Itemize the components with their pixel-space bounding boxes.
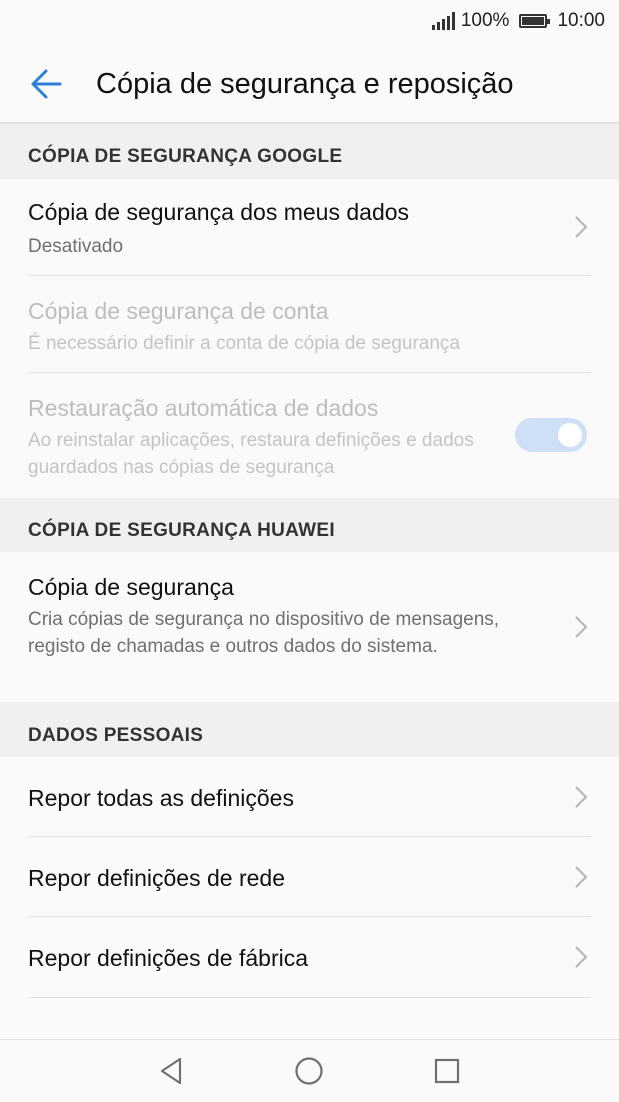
page-title: Cópia de segurança e reposição (96, 68, 514, 100)
backup-account-subtitle: É necessário definir a conta de cópia de… (28, 333, 460, 354)
backup-account-title: Cópia de segurança de conta (28, 298, 329, 324)
chevron-right-icon (575, 786, 588, 808)
status-indicators: 100% 10:00 (431, 8, 605, 34)
chevron-right-icon (575, 946, 588, 968)
signal-icon (431, 12, 455, 30)
square-recents-icon[interactable] (430, 1054, 464, 1088)
section-header-google: CÓPIA DE SEGURANÇA GOOGLE (0, 124, 619, 179)
auto-restore-toggle[interactable] (515, 418, 587, 452)
chevron-right-icon (575, 866, 588, 888)
arrow-left-icon[interactable] (26, 64, 66, 104)
reset-all-settings-title: Repor todas as definições (28, 785, 294, 811)
backup-my-data-title: Cópia de segurança dos meus dados (28, 199, 410, 225)
backup-my-data-status: Desativado (28, 236, 124, 257)
huawei-backup-subtitle: Cria cópias de segurança no dispositivo … (28, 609, 500, 657)
clock: 10:00 (557, 10, 605, 31)
divider (28, 997, 591, 998)
auto-restore-title: Restauração automática de dados (28, 395, 379, 421)
backup-my-data-item[interactable]: Cópia de segurança dos meus dados Desati… (0, 179, 619, 276)
battery-icon (519, 14, 551, 28)
section-header-huawei: CÓPIA DE SEGURANÇA HUAWEI (0, 498, 619, 552)
auto-restore-subtitle: Ao reinstalar aplicações, restaura defin… (28, 430, 474, 478)
factory-reset-title: Repor definições de fábrica (28, 945, 308, 971)
auto-restore-item: Restauração automática de dados Ao reins… (0, 373, 619, 498)
battery-percentage: 100% (460, 10, 510, 31)
reset-network-settings-title: Repor definições de rede (28, 865, 285, 891)
status-bar: 100% 10:00 (0, 0, 619, 44)
chevron-right-icon (575, 216, 588, 238)
toggle-knob (558, 423, 582, 447)
huawei-backup-item[interactable]: Cópia de segurança Cria cópias de segura… (0, 552, 619, 702)
navigation-bar (0, 1039, 619, 1102)
chevron-right-icon (575, 616, 588, 638)
reset-network-settings-item[interactable]: Repor definições de rede (0, 837, 619, 917)
reset-all-settings-item[interactable]: Repor todas as definições (0, 757, 619, 837)
circle-home-icon[interactable] (292, 1054, 326, 1088)
app-bar: Cópia de segurança e reposição (0, 44, 619, 124)
triangle-back-icon[interactable] (154, 1054, 188, 1088)
factory-reset-item[interactable]: Repor definições de fábrica (0, 917, 619, 998)
backup-account-item: Cópia de segurança de conta É necessário… (0, 276, 619, 373)
huawei-backup-title: Cópia de segurança (28, 574, 234, 600)
section-header-personal: DADOS PESSOAIS (0, 702, 619, 757)
